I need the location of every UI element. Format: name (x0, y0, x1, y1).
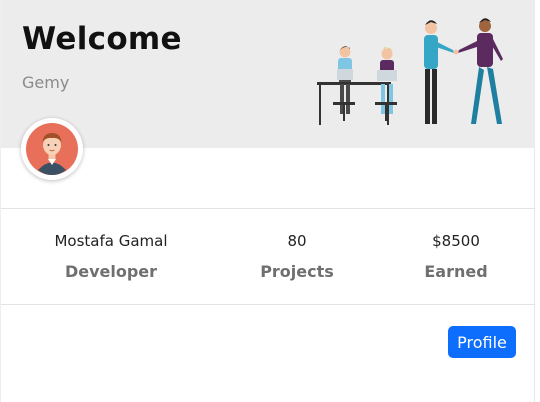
stat-value: $8500 (432, 232, 480, 250)
team-meeting-illustration (317, 18, 503, 125)
page-subtitle: Gemy (22, 73, 70, 92)
standing-person-right (458, 18, 503, 124)
stat-value: 80 (287, 232, 307, 250)
profile-card: Welcome Gemy Mostafa Gamal Developer 80 … (0, 0, 535, 402)
desk-top (317, 82, 391, 85)
avatar (21, 118, 83, 180)
handshake (453, 49, 459, 55)
stat-name: Mostafa Gamal Developer (31, 222, 191, 282)
user-avatar-icon (26, 123, 78, 175)
stat-label: Developer (64, 262, 158, 281)
divider-bottom (1, 304, 535, 305)
stat-label: Earned (424, 262, 488, 281)
stats-row: Mostafa Gamal Developer 80 Projects $850… (1, 222, 535, 292)
page-title: Welcome (22, 21, 182, 57)
stat-label: Projects (260, 262, 334, 281)
divider-top (1, 208, 535, 209)
card-header: Welcome Gemy (1, 0, 535, 148)
standing-person-left (424, 20, 454, 124)
stat-value: Mostafa Gamal (54, 232, 168, 250)
stat-earned: $8500 Earned (396, 222, 516, 282)
desk-leg-left (319, 85, 321, 125)
profile-button[interactable]: Profile (448, 326, 516, 358)
stat-projects: 80 Projects (237, 222, 357, 282)
